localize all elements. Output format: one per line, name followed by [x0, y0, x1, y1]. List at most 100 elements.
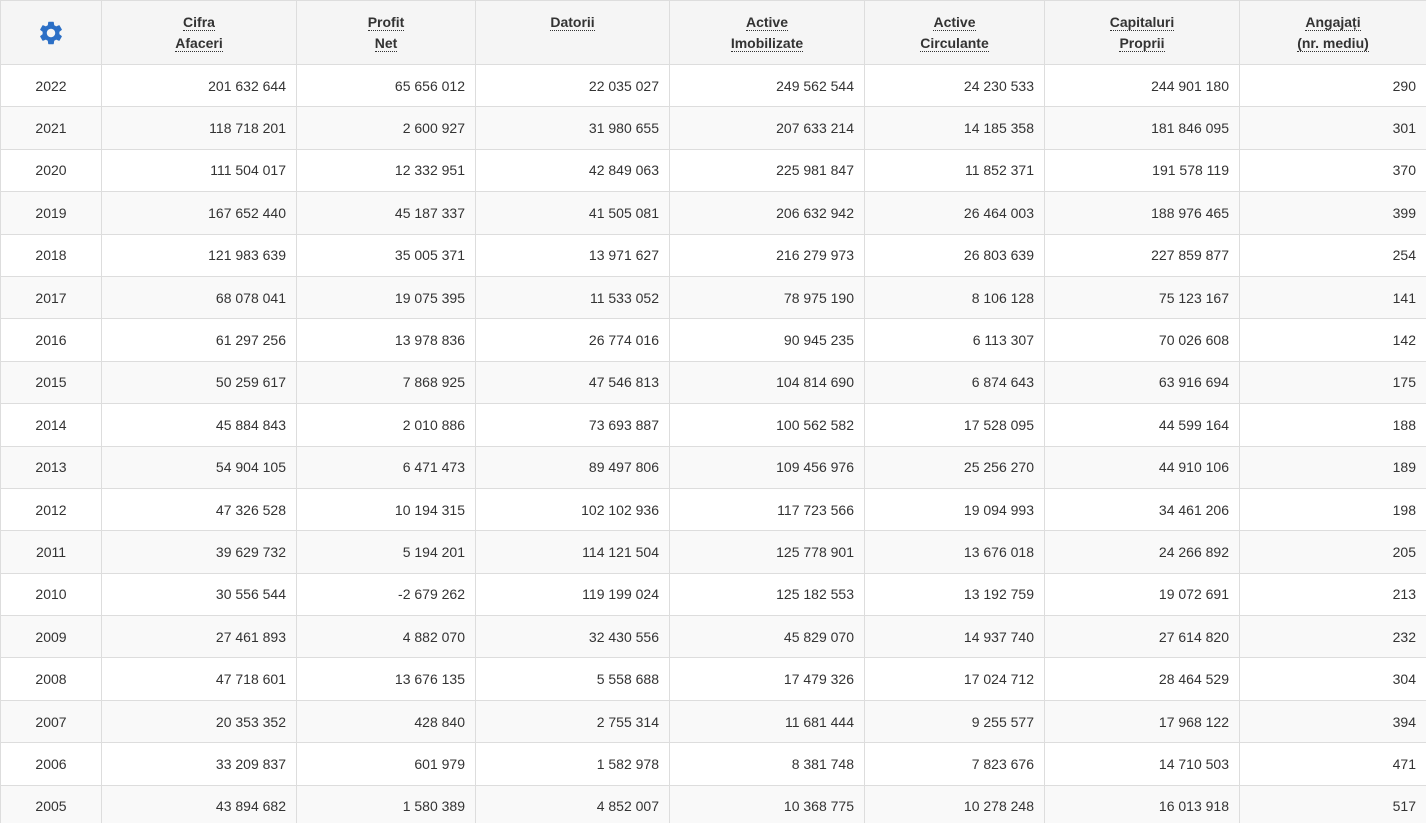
value-cell: 114 121 504: [475, 530, 670, 574]
value-cell: 141: [1239, 275, 1426, 320]
value-cell: 11 533 052: [475, 275, 670, 320]
value-cell: 75 123 167: [1044, 275, 1240, 320]
table-row: 2015 50 259 617 7 868 925 47 546 813 104 814…: [0, 360, 1426, 405]
value-cell: 20 353 352: [101, 699, 297, 744]
value-cell: 10 194 315: [296, 487, 476, 532]
column-header-line1: Capitaluri: [1109, 13, 1175, 31]
value-cell: 188: [1239, 403, 1426, 447]
table-row: 2005 43 894 682 1 580 389 4 852 007 10 368 7…: [0, 784, 1426, 823]
column-header-line1: Datorii: [550, 14, 595, 31]
table-row: 2022 201 632 644 65 656 012 22 035 027 249 5…: [0, 63, 1426, 108]
year-cell: 2005: [0, 784, 102, 823]
value-cell: 2 755 314: [475, 699, 670, 744]
year-cell: 2020: [0, 148, 102, 193]
column-header-line2: (nr. mediu): [1297, 34, 1369, 52]
column-header-line2: Net: [374, 34, 398, 52]
table-row: 2007 20 353 352 428 840 2 755 314 11 681 444…: [0, 699, 1426, 744]
table-row: 2008 47 718 601 13 676 135 5 558 688 17 479 …: [0, 657, 1426, 701]
year-cell: 2009: [0, 615, 102, 659]
value-cell: 207 633 214: [669, 106, 865, 150]
value-cell: 14 937 740: [864, 615, 1045, 659]
year-cell: 2008: [0, 657, 102, 701]
value-cell: 17 479 326: [669, 657, 865, 701]
table-row: 2009 27 461 893 4 882 070 32 430 556 45 829 …: [0, 615, 1426, 659]
year-cell: 2022: [0, 63, 102, 108]
value-cell: 34 461 206: [1044, 487, 1240, 532]
column-header-line1: Active: [745, 13, 789, 31]
value-cell: 104 814 690: [669, 360, 865, 405]
value-cell: 7 823 676: [864, 742, 1045, 786]
value-cell: 26 774 016: [475, 318, 670, 362]
value-cell: 227 859 877: [1044, 233, 1240, 277]
value-cell: 13 971 627: [475, 233, 670, 277]
column-header[interactable]: Datorii: [475, 0, 670, 65]
value-cell: 63 916 694: [1044, 360, 1240, 405]
table-body: 2022 201 632 644 65 656 012 22 035 027 249 5…: [0, 63, 1426, 823]
value-cell: 232: [1239, 615, 1426, 659]
table-row: 2013 54 904 105 6 471 473 89 497 806 109 456…: [0, 445, 1426, 489]
value-cell: 10 278 248: [864, 784, 1045, 823]
value-cell: 189: [1239, 445, 1426, 489]
value-cell: 39 629 732: [101, 530, 297, 574]
value-cell: 17 968 122: [1044, 699, 1240, 744]
value-cell: 54 904 105: [101, 445, 297, 489]
table-row: 2014 45 884 843 2 010 886 73 693 887 100 562…: [0, 403, 1426, 447]
value-cell: 244 901 180: [1044, 63, 1240, 108]
gear-icon[interactable]: [37, 19, 65, 47]
table-row: 2019 167 652 440 45 187 337 41 505 081 206 6…: [0, 191, 1426, 235]
value-cell: 216 279 973: [669, 233, 865, 277]
value-cell: 14 185 358: [864, 106, 1045, 150]
value-cell: 118 718 201: [101, 106, 297, 150]
column-header-line1: Profit: [367, 13, 405, 31]
value-cell: 26 464 003: [864, 191, 1045, 235]
value-cell: 44 910 106: [1044, 445, 1240, 489]
value-cell: 205: [1239, 530, 1426, 574]
value-cell: 109 456 976: [669, 445, 865, 489]
value-cell: 213: [1239, 572, 1426, 617]
value-cell: 9 255 577: [864, 699, 1045, 744]
settings-cell[interactable]: [0, 0, 102, 65]
value-cell: 119 199 024: [475, 572, 670, 617]
column-header[interactable]: Active Circulante: [864, 0, 1045, 65]
value-cell: 301: [1239, 106, 1426, 150]
value-cell: 19 075 395: [296, 275, 476, 320]
value-cell: 78 975 190: [669, 275, 865, 320]
value-cell: 517: [1239, 784, 1426, 823]
value-cell: 24 230 533: [864, 63, 1045, 108]
value-cell: 370: [1239, 148, 1426, 193]
year-cell: 2015: [0, 360, 102, 405]
value-cell: 45 829 070: [669, 615, 865, 659]
year-cell: 2021: [0, 106, 102, 150]
table-row: 2010 30 556 544 -2 679 262 119 199 024 125 1…: [0, 572, 1426, 617]
value-cell: 45 884 843: [101, 403, 297, 447]
value-cell: 117 723 566: [669, 487, 865, 532]
value-cell: 167 652 440: [101, 191, 297, 235]
column-header[interactable]: Capitaluri Proprii: [1044, 0, 1240, 65]
value-cell: 2 010 886: [296, 403, 476, 447]
year-cell: 2006: [0, 742, 102, 786]
column-header-line2: Imobilizate: [730, 34, 804, 52]
value-cell: 27 614 820: [1044, 615, 1240, 659]
value-cell: 304: [1239, 657, 1426, 701]
column-header-line1: Active: [933, 13, 976, 31]
value-cell: 43 894 682: [101, 784, 297, 823]
year-cell: 2019: [0, 191, 102, 235]
header-row: Cifra Afaceri Profit Net Datorii Active Imobil…: [0, 0, 1426, 65]
value-cell: 254: [1239, 233, 1426, 277]
column-header[interactable]: Cifra Afaceri: [101, 0, 297, 65]
value-cell: 10 368 775: [669, 784, 865, 823]
value-cell: 6 874 643: [864, 360, 1045, 405]
value-cell: 47 326 528: [101, 487, 297, 532]
year-cell: 2013: [0, 445, 102, 489]
column-header[interactable]: Profit Net: [296, 0, 476, 65]
value-cell: 100 562 582: [669, 403, 865, 447]
table-row: 2012 47 326 528 10 194 315 102 102 936 117 7…: [0, 487, 1426, 532]
value-cell: 45 187 337: [296, 191, 476, 235]
column-header[interactable]: Angajați (nr. mediu): [1239, 0, 1426, 65]
value-cell: 35 005 371: [296, 233, 476, 277]
column-header[interactable]: Active Imobilizate: [669, 0, 865, 65]
value-cell: 125 778 901: [669, 530, 865, 574]
value-cell: 11 852 371: [864, 148, 1045, 193]
value-cell: 6 471 473: [296, 445, 476, 489]
value-cell: 5 558 688: [475, 657, 670, 701]
